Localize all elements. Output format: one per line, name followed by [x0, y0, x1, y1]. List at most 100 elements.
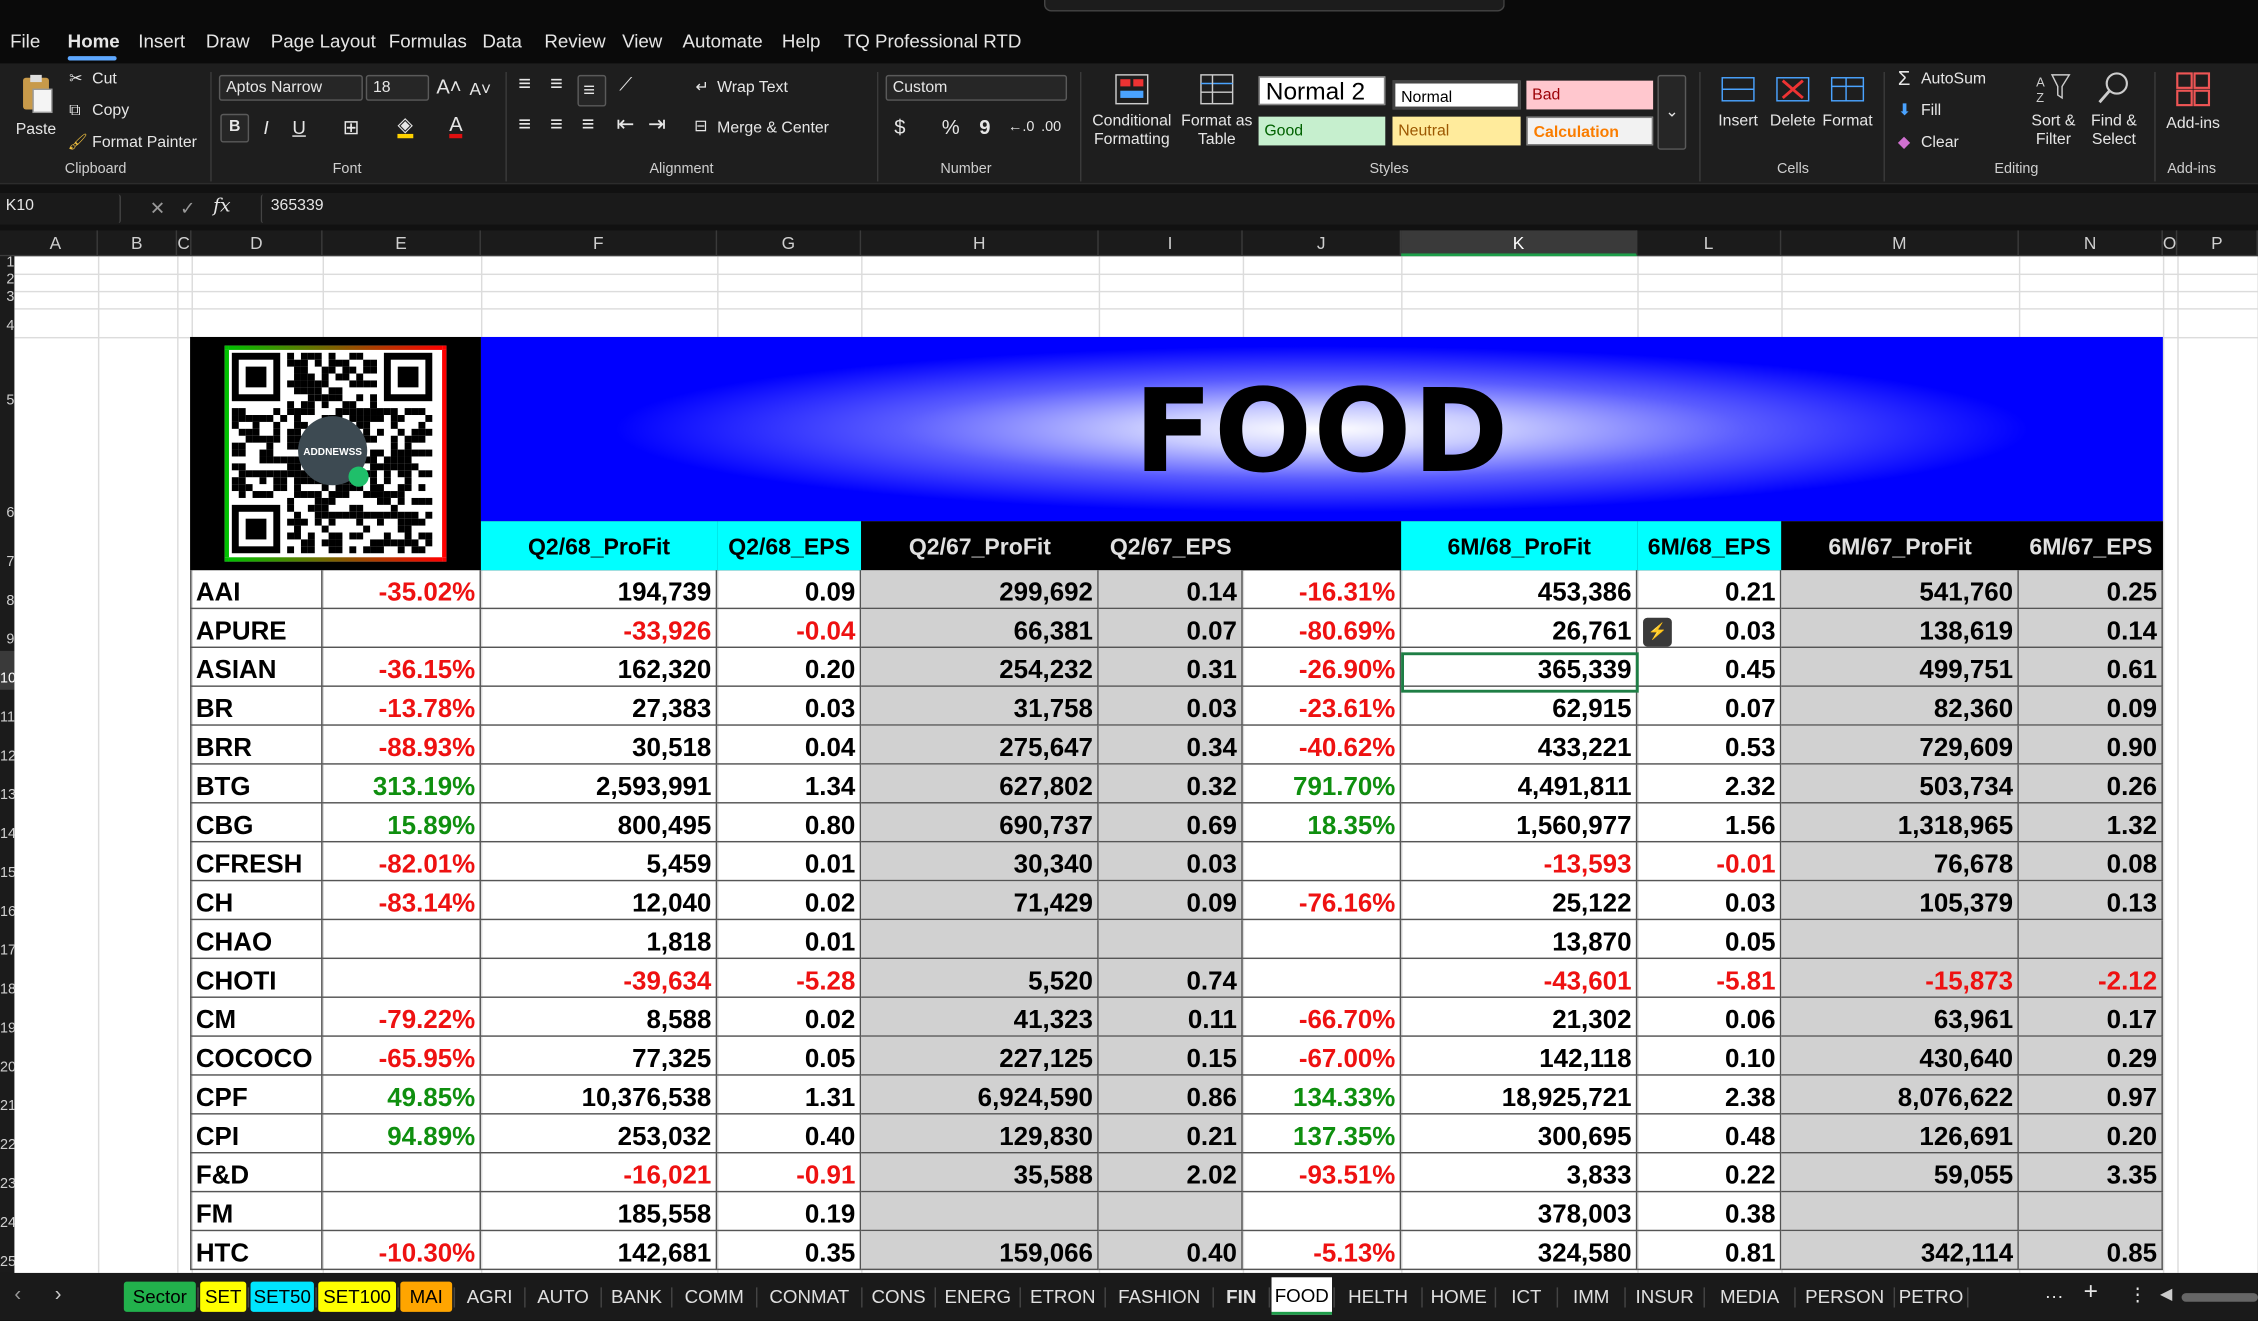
table-cell[interactable]	[322, 609, 481, 648]
sheet-tab-bank[interactable]: BANK	[603, 1282, 669, 1312]
style-calculation[interactable]: Calculation	[1526, 116, 1654, 146]
table-cell[interactable]: 5,459	[480, 842, 718, 882]
search-box[interactable]	[1044, 0, 1505, 12]
table-cell[interactable]: 627,802	[861, 764, 1099, 804]
row-header[interactable]: 7	[0, 524, 14, 573]
table-cell[interactable]: 66,381	[861, 609, 1099, 648]
col-header-n[interactable]: N	[2019, 230, 2163, 257]
table-cell[interactable]: 15.89%	[322, 803, 481, 843]
table-cell[interactable]: 30,518	[480, 725, 718, 765]
table-cell[interactable]: 430,640	[1781, 1036, 2019, 1076]
row-header[interactable]: 21	[0, 1079, 14, 1118]
table-cell[interactable]: 0.09	[1098, 881, 1243, 921]
table-cell[interactable]: 129,830	[861, 1114, 1099, 1154]
table-cell[interactable]: 1,318,965	[1781, 803, 2019, 843]
row-header[interactable]: 8	[0, 573, 14, 612]
table-cell[interactable]: 1,560,977	[1401, 803, 1638, 843]
table-cell[interactable]: 41,323	[861, 997, 1099, 1037]
align-left-icon[interactable]: ≡	[518, 114, 531, 136]
underline-button[interactable]: U	[292, 118, 306, 137]
table-cell[interactable]: 0.11	[1098, 997, 1243, 1037]
col-header-e[interactable]: E	[323, 230, 481, 257]
sheet-tab-conmat[interactable]: CONMAT	[759, 1282, 860, 1312]
col-header-a[interactable]: A	[14, 230, 98, 257]
table-cell[interactable]: 313.19%	[322, 764, 481, 804]
col-header-o[interactable]: O	[2163, 230, 2178, 257]
symbol-cell[interactable]: CM	[190, 997, 323, 1037]
align-top-icon[interactable]: ≡	[518, 73, 531, 95]
sheet-tab-agri[interactable]: AGRI	[456, 1282, 522, 1312]
table-cell[interactable]: 0.03	[1098, 686, 1243, 726]
col-header-d[interactable]: D	[192, 230, 323, 257]
table-cell[interactable]: -13.78%	[322, 686, 481, 726]
orientation-icon[interactable]: ⟋	[619, 75, 632, 94]
increase-indent-icon[interactable]: ⇥	[648, 114, 666, 136]
symbol-cell[interactable]: APURE	[190, 609, 323, 648]
quick-analysis-icon[interactable]: ⚡	[1643, 617, 1672, 647]
table-cell[interactable]: 0.19	[717, 1192, 862, 1232]
sheet-tab-insur[interactable]: INSUR	[1627, 1282, 1702, 1312]
table-cell[interactable]: 185,558	[480, 1192, 718, 1232]
table-cell[interactable]: 126,691	[1781, 1114, 2019, 1154]
table-cell[interactable]: 254,232	[861, 648, 1099, 687]
sheet-tab-comm[interactable]: COMM	[674, 1282, 755, 1312]
table-cell[interactable]: 275,647	[861, 725, 1099, 765]
table-cell[interactable]: 12,040	[480, 881, 718, 921]
row-header[interactable]: 16	[0, 884, 14, 923]
table-cell[interactable]: 49.85%	[322, 1075, 481, 1115]
table-cell[interactable]: 94.89%	[322, 1114, 481, 1154]
menu-formulas[interactable]: Formulas	[389, 30, 467, 52]
col-header-j[interactable]: J	[1243, 230, 1402, 257]
table-cell[interactable]: 138,619	[1781, 609, 2019, 648]
sheet-tab-media[interactable]: MEDIA	[1706, 1282, 1792, 1312]
sheet-tab-ict[interactable]: ICT	[1498, 1282, 1556, 1312]
row-header[interactable]: 14	[0, 806, 14, 845]
header-q2-67-eps[interactable]: Q2/67_EPS	[1098, 521, 1243, 571]
table-cell[interactable]: 0.02	[717, 997, 862, 1037]
table-cell[interactable]: 0.32	[1098, 764, 1243, 804]
sheet-tab-imm[interactable]: IMM	[1560, 1282, 1623, 1312]
sheet-tab-cons[interactable]: CONS	[864, 1282, 933, 1312]
col-header-b[interactable]: B	[98, 230, 178, 257]
table-cell[interactable]: 0.03	[717, 686, 862, 726]
col-header-h[interactable]: H	[861, 230, 1099, 257]
table-cell[interactable]: 1.31	[717, 1075, 862, 1115]
row-header[interactable]: 9	[0, 612, 14, 651]
table-cell[interactable]: -35.02%	[322, 570, 481, 610]
table-cell[interactable]: 0.31	[1098, 648, 1243, 687]
row-header[interactable]: 18	[0, 962, 14, 1001]
paste-button[interactable]: Paste	[12, 72, 61, 140]
table-cell[interactable]: 0.17	[2018, 997, 2163, 1037]
table-cell[interactable]: 0.85	[2018, 1231, 2163, 1271]
table-cell[interactable]: 0.29	[2018, 1036, 2163, 1076]
menu-home[interactable]: Home	[68, 30, 120, 52]
table-cell[interactable]: 3,833	[1401, 1153, 1638, 1193]
table-cell[interactable]	[322, 959, 481, 998]
table-cell[interactable]: 25,122	[1401, 881, 1638, 921]
table-cell[interactable]: 13,870	[1401, 920, 1638, 960]
row-header[interactable]: 23	[0, 1156, 14, 1195]
table-cell[interactable]: 2.02	[1098, 1153, 1243, 1193]
table-cell[interactable]: -15,873	[1781, 959, 2019, 998]
table-cell[interactable]: 6,924,590	[861, 1075, 1099, 1115]
col-header-f[interactable]: F	[481, 230, 718, 257]
comma-style-button[interactable]: 9	[979, 117, 990, 137]
table-cell[interactable]: 300,695	[1401, 1114, 1638, 1154]
table-cell[interactable]	[1098, 920, 1243, 960]
table-cell[interactable]: 4,491,811	[1401, 764, 1638, 804]
align-right-icon[interactable]: ≡	[582, 114, 595, 136]
table-cell[interactable]: 453,386	[1401, 570, 1638, 610]
sheet-tab-mai[interactable]: MAI	[400, 1281, 453, 1312]
menu-draw[interactable]: Draw	[206, 30, 250, 52]
fill-button[interactable]: Fill	[1921, 102, 1941, 121]
sheet-tab-petro[interactable]: PETRO	[1896, 1282, 1965, 1312]
table-cell[interactable]: 0.14	[2018, 609, 2163, 648]
table-cell[interactable]: 162,320	[480, 648, 718, 687]
cut-button[interactable]: Cut	[92, 71, 117, 90]
symbol-cell[interactable]: AAI	[190, 570, 323, 610]
table-cell[interactable]: -16.31%	[1242, 570, 1402, 610]
table-cell[interactable]: 0.21	[1098, 1114, 1243, 1154]
wrap-text-button[interactable]: Wrap Text	[717, 79, 788, 98]
sort-filter-button[interactable]: AZ Sort & Filter	[2025, 69, 2083, 150]
table-cell[interactable]: -65.95%	[322, 1036, 481, 1076]
